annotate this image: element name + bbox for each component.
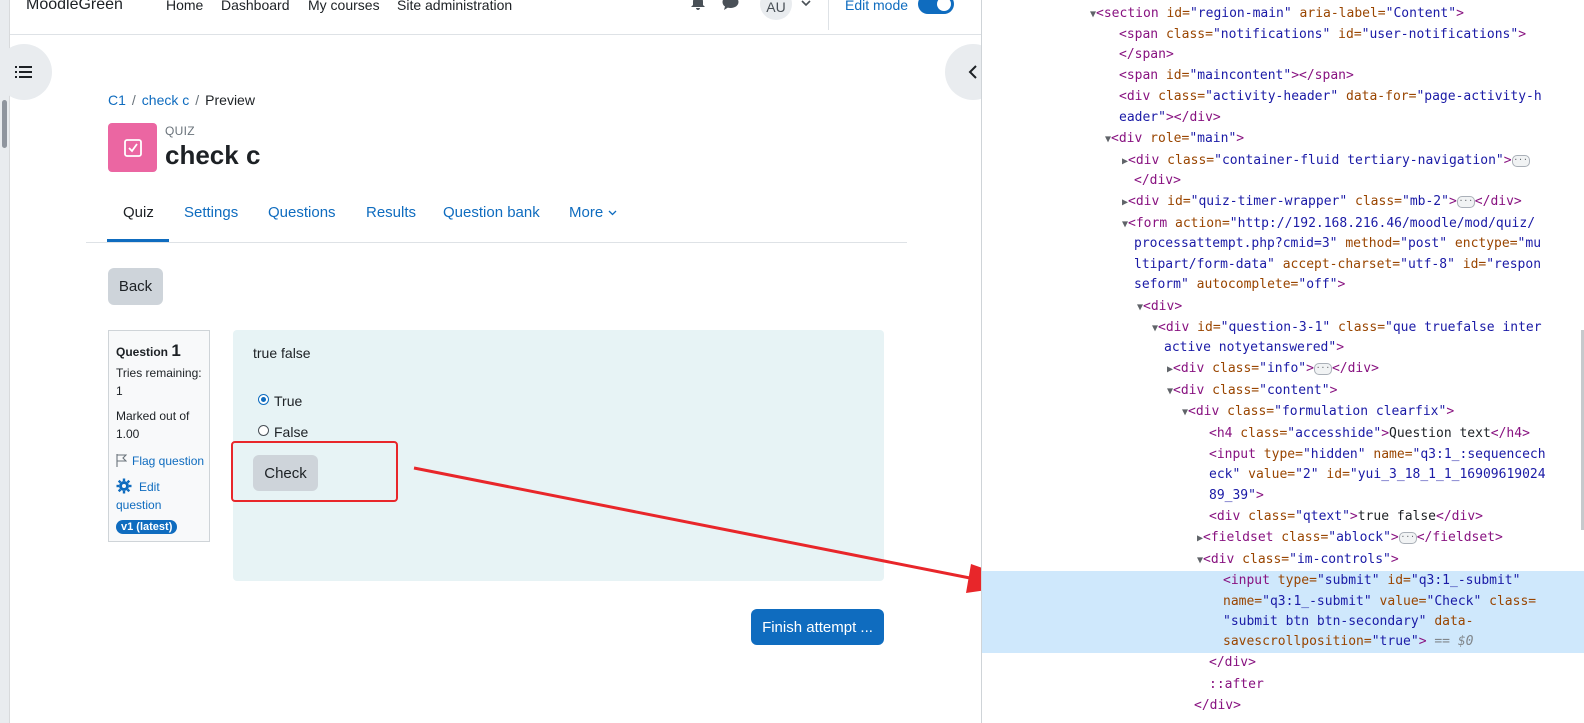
breadcrumb-course[interactable]: C1: [108, 92, 126, 108]
chevron-down-icon: [608, 210, 617, 216]
dom-node[interactable]: ▼<div class="content">: [1167, 381, 1337, 402]
selected-dom-node-wrap[interactable]: name="q3:1_-submit" value="Check" class=: [1223, 592, 1536, 612]
tab-questions[interactable]: Questions: [268, 204, 336, 221]
bell-icon[interactable]: [690, 0, 706, 10]
dom-node-wrap[interactable]: active notyetanswered">: [1164, 338, 1344, 358]
secondary-navigation: Quiz Settings Questions Results Question…: [86, 196, 907, 243]
dom-node-wrap[interactable]: seform" autocomplete="off">: [1134, 275, 1345, 295]
edit-mode-toggle[interactable]: [918, 0, 954, 14]
flag-question-link[interactable]: Flag question: [132, 454, 204, 468]
chat-icon[interactable]: [722, 0, 739, 10]
question-info-panel: Question 1 Tries remaining: 1 Marked out…: [108, 330, 210, 542]
finish-attempt-button[interactable]: Finish attempt ...: [751, 609, 884, 645]
dom-node-wrap[interactable]: 89_39">: [1209, 486, 1264, 506]
list-icon: [15, 66, 32, 78]
active-tab-indicator: [107, 239, 169, 242]
breadcrumb-current: Preview: [205, 92, 255, 108]
question-text: true false: [253, 345, 311, 361]
dom-node[interactable]: ▶<div id="quiz-timer-wrapper" class="mb-…: [1122, 192, 1522, 213]
question-number-label: Question 1: [116, 341, 181, 360]
pseudo-element[interactable]: ::after: [1209, 675, 1264, 695]
dom-node[interactable]: ▶<fieldset class="ablock"> ··· </fieldset>: [1197, 528, 1503, 549]
tries-remaining-value: 1: [116, 384, 123, 398]
site-brand[interactable]: MoodleGreen: [26, 0, 123, 14]
ellipsis-icon: ···: [1456, 195, 1475, 208]
ellipsis-icon: ···: [1511, 154, 1530, 167]
breadcrumb-separator: /: [195, 92, 200, 108]
nav-my-courses[interactable]: My courses: [308, 0, 380, 13]
dom-node[interactable]: <span class="notifications" id="user-not…: [1119, 25, 1526, 45]
edit-question-link-line2[interactable]: question: [116, 498, 161, 512]
dom-node[interactable]: ▼<form action="http://192.168.216.46/moo…: [1122, 214, 1535, 235]
chevron-left-icon: [968, 65, 977, 79]
highlight-annotation-box: [231, 441, 398, 502]
dom-node[interactable]: <div class="qtext">true false</div>: [1209, 507, 1483, 527]
question-number: 1: [171, 341, 181, 360]
dom-node[interactable]: <span id="maincontent"></span>: [1119, 66, 1354, 86]
dom-node-close[interactable]: </div>: [1209, 653, 1256, 673]
dom-node-close[interactable]: </span>: [1119, 45, 1174, 65]
dom-node[interactable]: ▼<div id="question-3-1" class="que truef…: [1152, 318, 1542, 339]
gear-icon[interactable]: [116, 478, 132, 494]
tab-settings[interactable]: Settings: [184, 204, 238, 221]
browser-left-scrollbar[interactable]: [0, 0, 10, 723]
dom-node-wrap[interactable]: ltipart/form-data" accept-charset="utf-8…: [1134, 255, 1541, 275]
tab-results[interactable]: Results: [366, 204, 416, 221]
dom-node[interactable]: <input type="hidden" name="q3:1_:sequenc…: [1209, 445, 1546, 465]
selected-dom-node[interactable]: <input type="submit" id="q3:1_-submit": [1223, 571, 1520, 591]
scrollbar-thumb[interactable]: [2, 100, 7, 148]
ellipsis-icon: ···: [1398, 531, 1417, 544]
quiz-icon: [108, 123, 157, 172]
option-true-label[interactable]: True: [274, 393, 302, 409]
dom-node-close[interactable]: </div>: [1134, 171, 1181, 191]
dom-node[interactable]: ▶<div class="info"> ··· </div>: [1167, 359, 1379, 380]
back-button[interactable]: Back: [108, 268, 163, 305]
nav-home[interactable]: Home: [166, 0, 203, 13]
flag-icon[interactable]: [116, 454, 127, 467]
breadcrumb-quiz[interactable]: check c: [142, 92, 189, 108]
page-title: check c: [165, 140, 261, 170]
tab-quiz[interactable]: Quiz: [123, 204, 154, 221]
marked-out-of-label: Marked out of: [116, 409, 190, 423]
dom-node[interactable]: <div class="activity-header" data-for="p…: [1119, 87, 1542, 107]
nav-dashboard[interactable]: Dashboard: [221, 0, 290, 13]
dom-node[interactable]: ▼<div class="im-controls">: [1197, 550, 1399, 571]
radio-true[interactable]: [258, 394, 269, 405]
dom-node-wrap[interactable]: processattempt.php?cmid=3" method="post"…: [1134, 234, 1541, 254]
dom-node[interactable]: ▼<div class="formulation clearfix">: [1182, 402, 1454, 423]
dom-node[interactable]: <h4 class="accesshide">Question text</h4…: [1209, 424, 1530, 444]
ellipsis-icon: ···: [1313, 362, 1332, 375]
activity-type-label: QUIZ: [165, 124, 195, 138]
edit-mode-label: Edit mode: [845, 0, 909, 13]
dom-node[interactable]: ▶<div class="container-fluid tertiary-na…: [1122, 151, 1530, 172]
version-badge: v1 (latest): [116, 520, 178, 534]
chevron-down-icon[interactable]: [801, 0, 811, 8]
radio-false[interactable]: [258, 425, 269, 436]
dom-node-wrap[interactable]: eader"></div>: [1119, 108, 1221, 128]
nav-site-administration[interactable]: Site administration: [397, 0, 512, 13]
selected-dom-node-wrap[interactable]: "submit btn btn-secondary" data-: [1223, 612, 1473, 632]
option-false-label[interactable]: False: [274, 424, 308, 440]
dom-node-wrap[interactable]: eck" value="2" id="yui_3_18_1_1_16909619…: [1209, 465, 1546, 485]
dom-node-close[interactable]: </div>: [1194, 696, 1241, 716]
tries-remaining-label: Tries remaining:: [116, 366, 202, 380]
devtools-elements-panel: ▼<section id="region-main" aria-label="C…: [981, 0, 1584, 723]
dom-node[interactable]: ▼<div>: [1137, 297, 1182, 318]
nav-divider: [828, 0, 829, 30]
tab-question-bank[interactable]: Question bank: [443, 204, 540, 221]
dom-node[interactable]: ▼<div role="main">: [1105, 129, 1244, 150]
edit-question-link-line1[interactable]: Edit: [139, 480, 160, 494]
dom-node[interactable]: ▼<section id="region-main" aria-label="C…: [1090, 4, 1464, 25]
course-index-button[interactable]: [0, 44, 52, 100]
breadcrumb: C1 / check c / Preview: [108, 92, 255, 108]
marked-out-of-value: 1.00: [116, 427, 140, 441]
tab-more[interactable]: More: [569, 204, 603, 221]
selected-dom-node-wrap[interactable]: savescrollposition="true"> == $0: [1223, 632, 1473, 652]
breadcrumb-separator: /: [131, 92, 136, 108]
